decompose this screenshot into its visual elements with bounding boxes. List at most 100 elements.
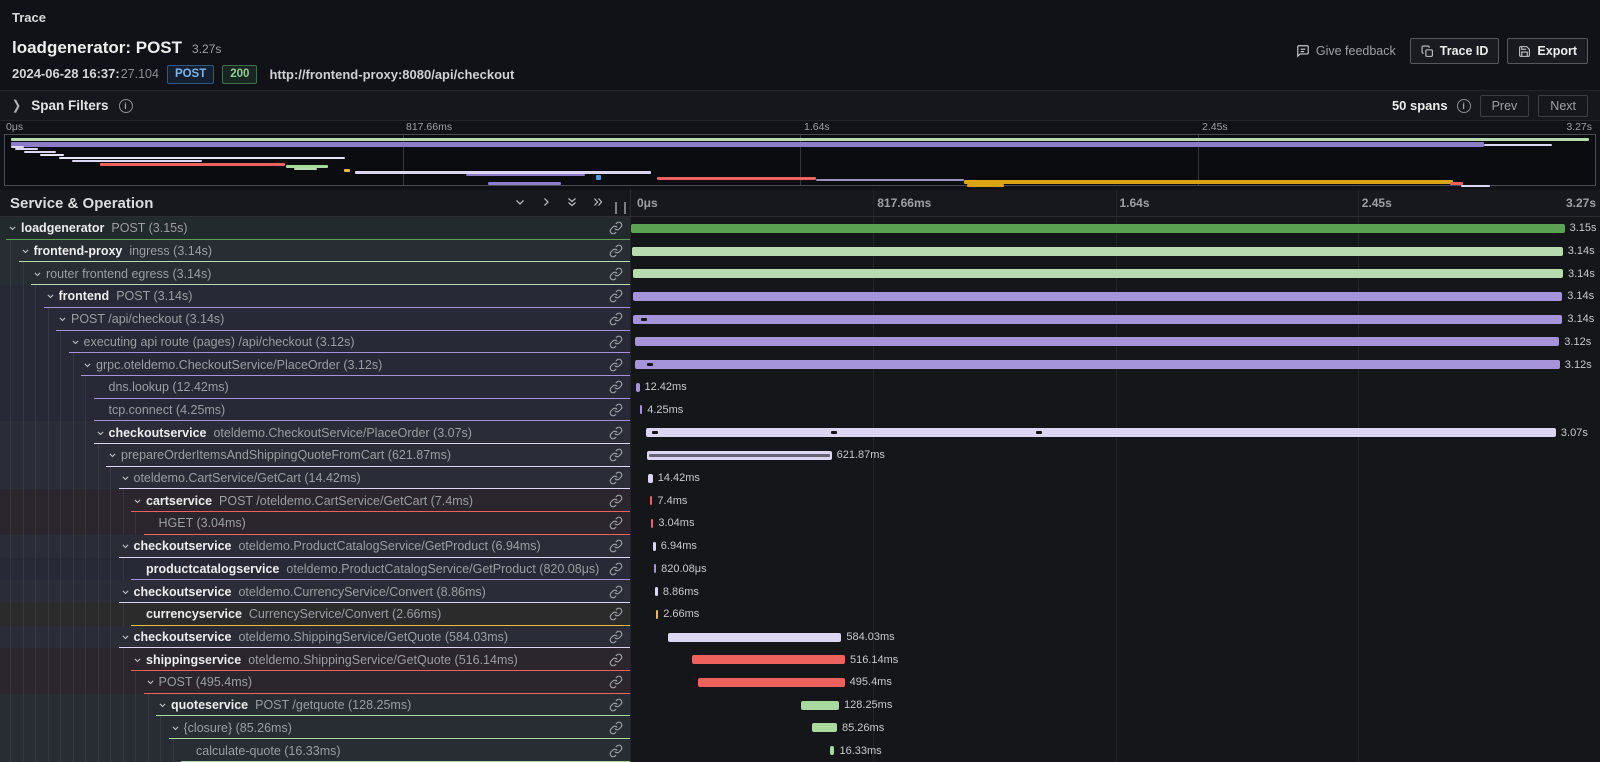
span-duration-bar[interactable] xyxy=(636,383,640,392)
chevron-down-icon[interactable] xyxy=(121,474,130,483)
span-duration-bar[interactable] xyxy=(812,723,837,732)
next-span-button[interactable]: Next xyxy=(1538,95,1588,117)
span-timeline-cell[interactable]: 2.66ms xyxy=(630,603,1600,626)
span-row[interactable]: {closure} (85.26ms)85.26ms xyxy=(0,716,1600,739)
chevron-down-icon[interactable] xyxy=(21,247,30,256)
span-link-icon[interactable] xyxy=(609,267,623,281)
span-row[interactable]: oteldemo.CartService/GetCart (14.42ms)14… xyxy=(0,467,1600,490)
span-timeline-cell[interactable]: 8.86ms xyxy=(630,580,1600,603)
span-row[interactable]: currencyserviceCurrencyService/Convert (… xyxy=(0,603,1600,626)
span-name-cell[interactable]: dns.lookup (12.42ms) xyxy=(0,376,630,399)
span-timeline-cell[interactable]: 3.12s xyxy=(630,331,1600,354)
span-name-cell[interactable]: frontendPOST (3.14s) xyxy=(0,285,630,308)
span-name-cell[interactable]: productcatalogserviceoteldemo.ProductCat… xyxy=(0,558,630,581)
span-duration-bar[interactable] xyxy=(698,678,845,687)
span-timeline-cell[interactable]: 6.94ms xyxy=(630,535,1600,558)
span-row[interactable]: checkoutserviceoteldemo.CurrencyService/… xyxy=(0,580,1600,603)
span-row[interactable]: shippingserviceoteldemo.ShippingService/… xyxy=(0,648,1600,671)
span-timeline-cell[interactable]: 128.25ms xyxy=(630,694,1600,717)
span-name-cell[interactable]: tcp.connect (4.25ms) xyxy=(0,399,630,422)
span-row[interactable]: POST /api/checkout (3.14s)3.14s xyxy=(0,308,1600,331)
span-duration-bar[interactable] xyxy=(656,610,659,619)
span-timeline-cell[interactable]: 14.42ms xyxy=(630,467,1600,490)
span-link-icon[interactable] xyxy=(609,244,623,258)
chevron-down-icon[interactable] xyxy=(121,633,130,642)
span-duration-bar[interactable] xyxy=(655,587,658,596)
span-name-cell[interactable]: oteldemo.CartService/GetCart (14.42ms) xyxy=(0,467,630,490)
span-name-cell[interactable]: HGET (3.04ms) xyxy=(0,512,630,535)
span-name-cell[interactable]: POST (495.4ms) xyxy=(0,671,630,694)
span-duration-bar[interactable] xyxy=(633,292,1562,301)
trace-minimap[interactable]: 0μs817.66ms1.64s2.45s3.27s xyxy=(0,122,1600,188)
span-link-icon[interactable] xyxy=(609,630,623,644)
span-timeline-cell[interactable]: 3.14s xyxy=(630,308,1600,331)
column-resize-handle[interactable] xyxy=(615,202,626,214)
span-link-icon[interactable] xyxy=(609,426,623,440)
span-duration-bar[interactable] xyxy=(651,519,654,528)
span-name-cell[interactable]: prepareOrderItemsAndShippingQuoteFromCar… xyxy=(0,444,630,467)
span-timeline-cell[interactable]: 621.87ms xyxy=(630,444,1600,467)
span-name-cell[interactable]: {closure} (85.26ms) xyxy=(0,716,630,739)
span-duration-bar[interactable] xyxy=(635,337,1559,346)
span-name-cell[interactable]: shippingserviceoteldemo.ShippingService/… xyxy=(0,648,630,671)
chevron-down-icon[interactable] xyxy=(58,315,67,324)
span-link-icon[interactable] xyxy=(609,448,623,462)
span-name-cell[interactable]: frontend-proxyingress (3.14s) xyxy=(0,240,630,263)
span-row[interactable]: executing api route (pages) /api/checkou… xyxy=(0,331,1600,354)
span-link-icon[interactable] xyxy=(609,607,623,621)
span-timeline-cell[interactable]: 584.03ms xyxy=(630,626,1600,649)
span-timeline-cell[interactable]: 3.12s xyxy=(630,353,1600,376)
span-name-cell[interactable]: quoteservicePOST /getquote (128.25ms) xyxy=(0,694,630,717)
span-duration-bar[interactable] xyxy=(653,542,656,551)
span-row[interactable]: tcp.connect (4.25ms)4.25ms xyxy=(0,399,1600,422)
span-link-icon[interactable] xyxy=(609,562,623,576)
span-duration-bar[interactable] xyxy=(632,247,1562,256)
span-timeline-cell[interactable]: 12.42ms xyxy=(630,376,1600,399)
span-count-info-icon[interactable]: i xyxy=(1457,99,1471,113)
chevron-down-icon[interactable] xyxy=(146,678,155,687)
span-timeline-cell[interactable]: 3.07s xyxy=(630,421,1600,444)
span-duration-bar[interactable] xyxy=(654,564,657,573)
span-name-cell[interactable]: checkoutserviceoteldemo.ShippingService/… xyxy=(0,626,630,649)
span-row[interactable]: loadgeneratorPOST (3.15s)3.15s xyxy=(0,217,1600,240)
span-duration-bar[interactable] xyxy=(633,269,1563,278)
chevron-down-icon[interactable] xyxy=(121,587,130,596)
span-row[interactable]: quoteservicePOST /getquote (128.25ms)128… xyxy=(0,694,1600,717)
expand-one-icon[interactable] xyxy=(540,196,552,208)
span-filters-label[interactable]: Span Filters xyxy=(31,98,108,113)
chevron-down-icon[interactable] xyxy=(33,269,42,278)
span-timeline-cell[interactable]: 4.25ms xyxy=(630,399,1600,422)
span-link-icon[interactable] xyxy=(609,744,623,758)
span-name-cell[interactable]: executing api route (pages) /api/checkou… xyxy=(0,331,630,354)
span-duration-bar[interactable] xyxy=(692,655,845,664)
info-icon[interactable]: i xyxy=(119,99,133,113)
span-duration-bar[interactable] xyxy=(668,633,841,642)
span-duration-bar[interactable] xyxy=(648,474,652,483)
span-row[interactable]: calculate-quote (16.33ms)16.33ms xyxy=(0,739,1600,762)
span-timeline-cell[interactable]: 3.14s xyxy=(630,285,1600,308)
chevron-down-icon[interactable] xyxy=(83,360,92,369)
chevron-down-icon[interactable] xyxy=(171,723,180,732)
span-duration-bar[interactable] xyxy=(631,224,1564,233)
span-link-icon[interactable] xyxy=(609,539,623,553)
span-name-cell[interactable]: POST /api/checkout (3.14s) xyxy=(0,308,630,331)
span-name-cell[interactable]: calculate-quote (16.33ms) xyxy=(0,739,630,762)
span-duration-bar[interactable] xyxy=(640,405,643,414)
span-duration-bar[interactable] xyxy=(830,746,835,755)
span-link-icon[interactable] xyxy=(609,221,623,235)
span-timeline-cell[interactable]: 85.26ms xyxy=(630,716,1600,739)
span-name-cell[interactable]: grpc.oteldemo.CheckoutService/PlaceOrder… xyxy=(0,353,630,376)
span-row[interactable]: checkoutserviceoteldemo.ShippingService/… xyxy=(0,626,1600,649)
span-link-icon[interactable] xyxy=(609,471,623,485)
span-timeline-cell[interactable]: 3.04ms xyxy=(630,512,1600,535)
span-link-icon[interactable] xyxy=(609,289,623,303)
span-link-icon[interactable] xyxy=(609,698,623,712)
span-link-icon[interactable] xyxy=(609,721,623,735)
span-link-icon[interactable] xyxy=(609,403,623,417)
span-name-cell[interactable]: checkoutserviceoteldemo.CheckoutService/… xyxy=(0,421,630,444)
span-timeline-cell[interactable]: 820.08μs xyxy=(630,558,1600,581)
span-timeline-cell[interactable]: 516.14ms xyxy=(630,648,1600,671)
chevron-down-icon[interactable] xyxy=(46,292,55,301)
chevron-down-icon[interactable] xyxy=(108,451,117,460)
span-timeline-cell[interactable]: 3.14s xyxy=(630,262,1600,285)
